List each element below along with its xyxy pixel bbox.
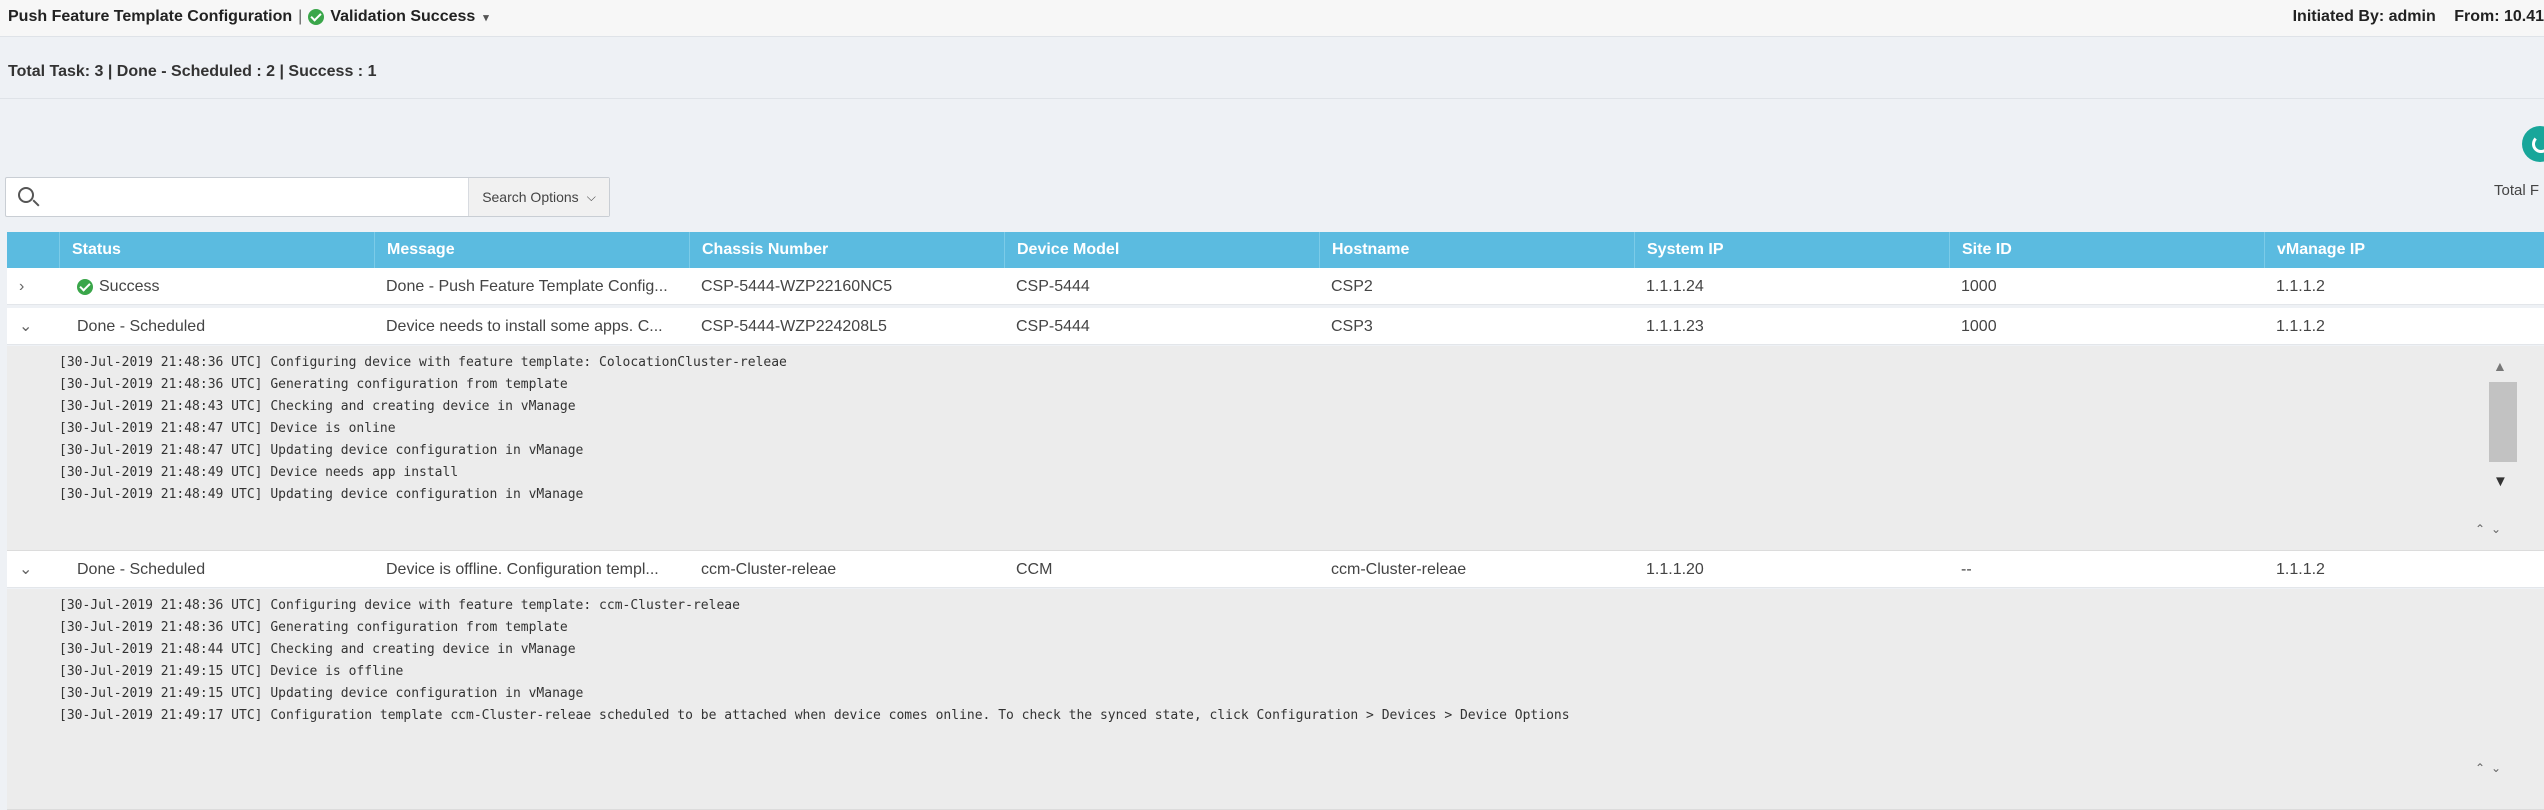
model-cell: CSP-5444 <box>1016 318 1090 335</box>
initiated-by: Initiated By: admin <box>2292 8 2436 25</box>
log-lines: [30-Jul-2019 21:48:36 UTC] Configuring d… <box>7 346 2544 506</box>
log-panel: [30-Jul-2019 21:48:36 UTC] Configuring d… <box>7 346 2544 551</box>
log-line: [30-Jul-2019 21:48:36 UTC] Generating co… <box>59 620 568 635</box>
chassis-cell: CSP-5444-WZP224208L5 <box>701 318 887 335</box>
top-bar: Push Feature Template Configuration | Va… <box>0 0 2544 37</box>
initiator-info: Initiated By: admin From: 10.41 <box>2279 8 2544 26</box>
from-ip: From: 10.41 <box>2454 8 2544 25</box>
status-text: Success <box>99 278 160 295</box>
search-options-label: Search Options <box>482 189 579 205</box>
log-line: [30-Jul-2019 21:48:36 UTC] Configuring d… <box>59 598 740 613</box>
log-line: [30-Jul-2019 21:49:15 UTC] Updating devi… <box>59 686 584 701</box>
check-circle-icon <box>308 9 325 25</box>
message-cell: Done - Push Feature Template Config... <box>386 278 668 295</box>
log-lines: [30-Jul-2019 21:48:36 UTC] Configuring d… <box>7 589 2544 727</box>
search-icon <box>18 187 34 203</box>
collapse-row-icon[interactable]: ⌄ <box>19 551 32 588</box>
column-header-status[interactable]: Status <box>59 232 371 268</box>
hostname-cell: CSP3 <box>1331 318 1373 335</box>
model-cell: CSP-5444 <box>1016 278 1090 295</box>
message-cell: Device needs to install some apps. C... <box>386 318 663 335</box>
model-cell: CCM <box>1016 561 1053 578</box>
column-header-site-id[interactable]: Site ID <box>1949 232 2261 268</box>
log-line: [30-Jul-2019 21:48:47 UTC] Updating devi… <box>59 443 584 458</box>
status-cell: Done - Scheduled <box>77 318 206 335</box>
log-line: [30-Jul-2019 21:49:17 UTC] Configuration… <box>59 708 1570 723</box>
table-row[interactable]: ⌄ Done - Scheduled Device is offline. Co… <box>7 551 2544 588</box>
vmanage-ip-cell: 1.1.1.2 <box>2276 561 2325 578</box>
page-title: Push Feature Template Configuration | Va… <box>8 8 489 26</box>
check-circle-icon <box>77 278 93 295</box>
search-bar: Search Options ⌵ <box>5 177 610 217</box>
system-ip-cell: 1.1.1.23 <box>1646 318 1704 335</box>
column-header-vmanage-ip[interactable]: vManage IP <box>2264 232 2544 268</box>
search-input[interactable] <box>50 182 460 212</box>
total-label: Total F <box>2494 182 2540 199</box>
log-line: [30-Jul-2019 21:48:44 UTC] Checking and … <box>59 642 576 657</box>
hostname-cell: ccm-Cluster-releae <box>1331 561 1467 578</box>
collapse-row-icon[interactable]: ⌄ <box>19 308 32 345</box>
column-header-system-ip[interactable]: System IP <box>1634 232 1946 268</box>
task-title: Push Feature Template Configuration <box>8 8 293 25</box>
log-line: [30-Jul-2019 21:49:15 UTC] Device is off… <box>59 664 404 679</box>
system-ip-cell: 1.1.1.20 <box>1646 561 1704 578</box>
chevron-down-icon: ⌵ <box>586 189 596 204</box>
scroll-down-icon[interactable]: ▼ <box>2493 473 2508 490</box>
scroll-up-icon[interactable]: ▲ <box>2493 358 2507 374</box>
system-ip-cell: 1.1.1.24 <box>1646 278 1704 295</box>
status-cell: Success <box>65 268 375 305</box>
vmanage-ip-cell: 1.1.1.2 <box>2276 318 2325 335</box>
log-line: [30-Jul-2019 21:48:36 UTC] Configuring d… <box>59 355 787 370</box>
column-header-model[interactable]: Device Model <box>1004 232 1316 268</box>
expand-row-icon[interactable]: › <box>19 268 24 305</box>
chassis-cell: ccm-Cluster-releae <box>701 561 837 578</box>
log-line: [30-Jul-2019 21:48:49 UTC] Updating devi… <box>59 487 584 502</box>
title-separator: | <box>298 8 303 25</box>
validation-status[interactable]: Validation Success <box>330 8 475 26</box>
scroll-chevrons-icon[interactable]: ⌃⌄ <box>2475 761 2507 775</box>
log-line: [30-Jul-2019 21:48:49 UTC] Device needs … <box>59 465 459 480</box>
log-line: [30-Jul-2019 21:48:36 UTC] Generating co… <box>59 377 568 392</box>
vmanage-ip-cell: 1.1.1.2 <box>2276 278 2325 295</box>
column-header-message[interactable]: Message <box>374 232 686 268</box>
log-panel: [30-Jul-2019 21:48:36 UTC] Configuring d… <box>7 589 2544 810</box>
message-cell: Device is offline. Configuration templ..… <box>386 561 659 578</box>
column-header-chassis[interactable]: Chassis Number <box>689 232 1001 268</box>
caret-down-icon[interactable]: ▾ <box>483 11 489 24</box>
site-id-cell: 1000 <box>1961 318 1997 335</box>
status-cell: Done - Scheduled <box>77 561 206 578</box>
scrollbar-thumb[interactable] <box>2489 382 2517 462</box>
site-id-cell: -- <box>1961 561 1972 578</box>
table-row[interactable]: › Success Done - Push Feature Template C… <box>7 268 2544 305</box>
divider <box>0 98 2544 99</box>
chassis-cell: CSP-5444-WZP22160NC5 <box>701 278 893 295</box>
log-line: [30-Jul-2019 21:48:43 UTC] Checking and … <box>59 399 576 414</box>
column-header-hostname[interactable]: Hostname <box>1319 232 1631 268</box>
search-options-dropdown[interactable]: Search Options ⌵ <box>468 178 609 216</box>
refresh-icon[interactable] <box>2522 126 2544 162</box>
table-header: Status Message Chassis Number Device Mod… <box>7 232 2544 268</box>
log-line: [30-Jul-2019 21:48:47 UTC] Device is onl… <box>59 421 396 436</box>
expand-column-header <box>7 232 57 268</box>
site-id-cell: 1000 <box>1961 278 1997 295</box>
hostname-cell: CSP2 <box>1331 278 1373 295</box>
task-summary: Total Task: 3 | Done - Scheduled : 2 | S… <box>8 63 377 80</box>
table-row[interactable]: ⌄ Done - Scheduled Device needs to insta… <box>7 308 2544 345</box>
scroll-chevrons-icon[interactable]: ⌃⌄ <box>2475 522 2507 536</box>
